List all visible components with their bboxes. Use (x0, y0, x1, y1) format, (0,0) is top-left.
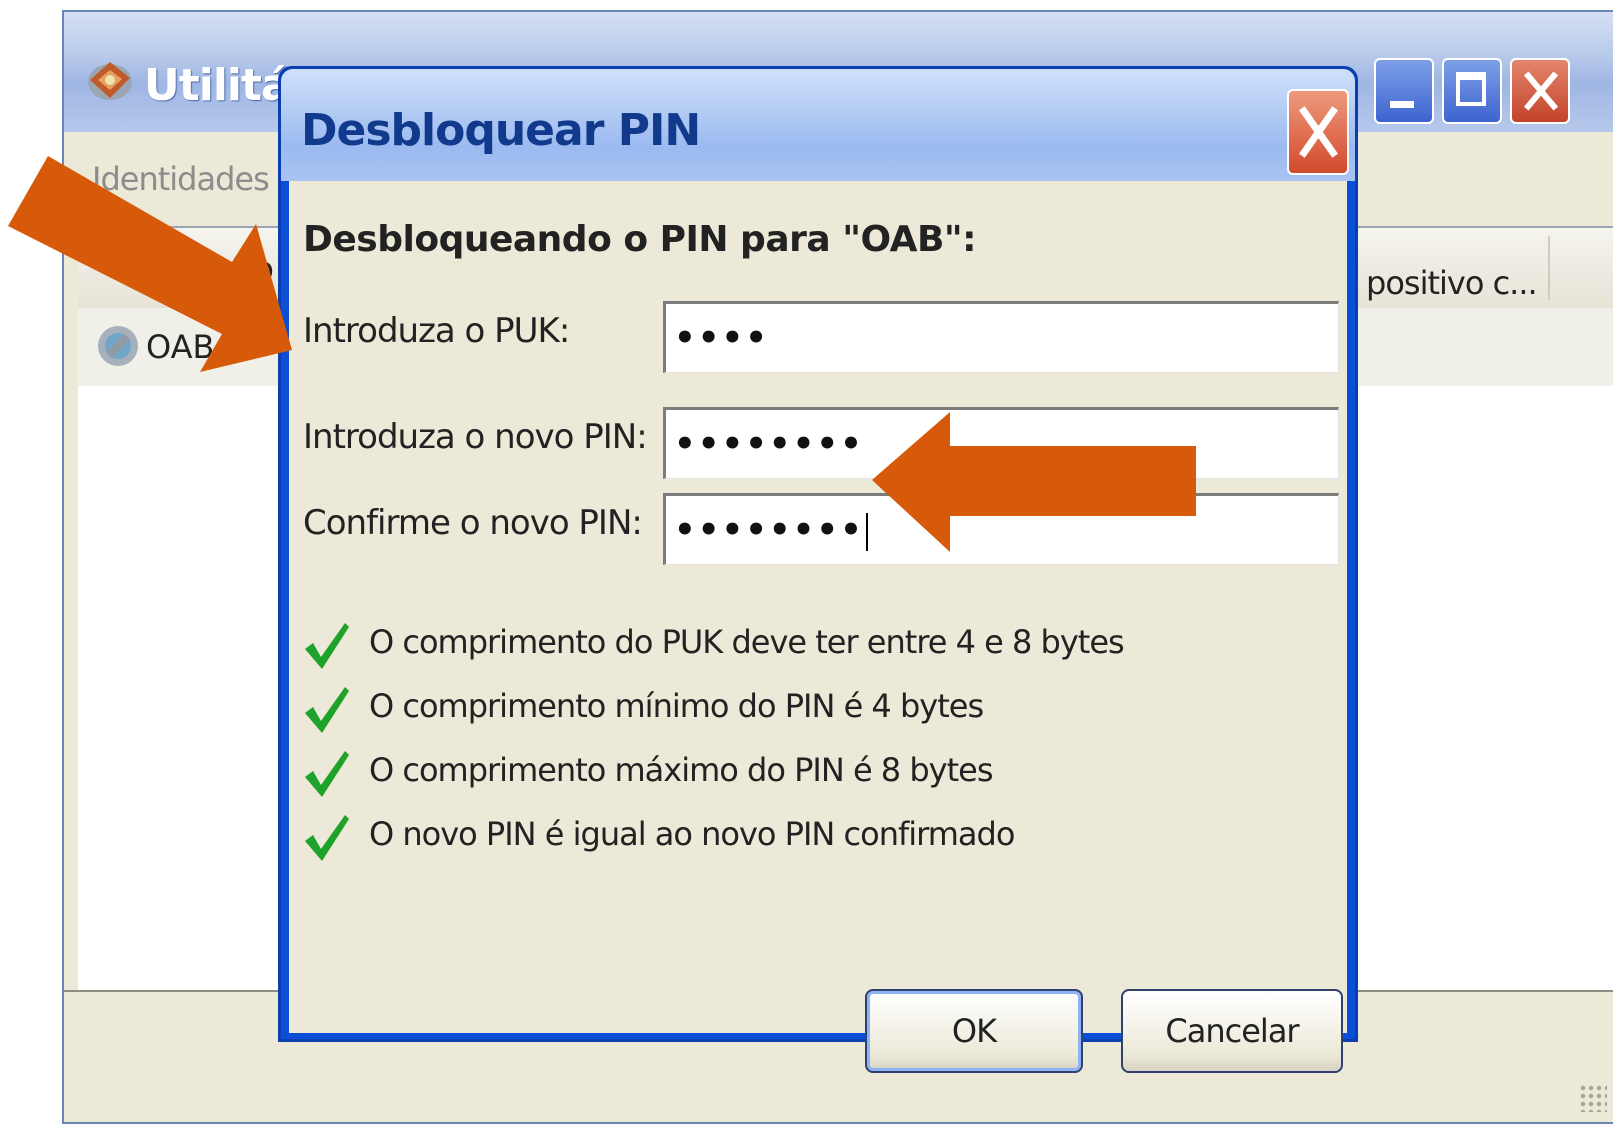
unlock-pin-dialog: Desbloquear PIN Desbloqueando o PIN para… (278, 66, 1358, 1073)
new-pin-field[interactable]: •••••••• (663, 407, 1339, 479)
dialog-title: Desbloquear PIN (301, 105, 701, 156)
smartcard-icon (98, 326, 138, 366)
confirm-pin-value: •••••••• (674, 510, 864, 550)
validation-item: O comprimento mínimo do PIN é 4 bytes (303, 677, 1203, 741)
validation-item: O comprimento do PUK deve ter entre 4 e … (303, 613, 1203, 677)
close-window-button[interactable] (1510, 58, 1570, 124)
minimize-button[interactable] (1374, 58, 1434, 124)
check-icon (305, 751, 349, 797)
validation-item: O novo PIN é igual ao novo PIN confirmad… (303, 805, 1203, 869)
column-header-device[interactable]: positivo c... (1366, 264, 1538, 302)
smartcard-icon (88, 62, 132, 100)
dialog-body: Desbloqueando o PIN para "OAB": Introduz… (289, 181, 1347, 1073)
column-header-left[interactable]: ou no (188, 250, 274, 288)
puk-value: •••• (674, 318, 769, 358)
new-pin-label: Introduza o novo PIN: (303, 417, 648, 457)
check-icon (305, 815, 349, 861)
text-caret (865, 512, 868, 551)
ok-button[interactable]: OK (865, 989, 1083, 1073)
dialog-heading: Desbloqueando o PIN para "OAB": (303, 219, 977, 260)
list-item-label: OAB (146, 328, 215, 366)
new-pin-value: •••••••• (674, 424, 864, 464)
resize-grip[interactable] (1579, 1084, 1607, 1112)
validation-item: O comprimento máximo do PIN é 8 bytes (303, 741, 1203, 805)
cancel-button[interactable]: Cancelar (1121, 989, 1343, 1073)
dialog-close-button[interactable] (1287, 89, 1349, 175)
menu-item-identidades[interactable]: Identidades (92, 160, 270, 198)
column-separator[interactable] (1548, 236, 1550, 300)
confirm-pin-label: Confirme o novo PIN: (303, 503, 643, 543)
validation-text: O novo PIN é igual ao novo PIN confirmad… (369, 815, 1015, 853)
maximize-button[interactable] (1442, 58, 1502, 124)
dialog-titlebar[interactable]: Desbloquear PIN (281, 69, 1355, 181)
check-icon (305, 623, 349, 669)
puk-field[interactable]: •••• (663, 301, 1339, 373)
validation-text: O comprimento mínimo do PIN é 4 bytes (369, 687, 984, 725)
check-icon (305, 687, 349, 733)
confirm-pin-field[interactable]: •••••••• (663, 493, 1339, 565)
validation-text: O comprimento do PUK deve ter entre 4 e … (369, 623, 1125, 661)
validation-text: O comprimento máximo do PIN é 8 bytes (369, 751, 993, 789)
puk-label: Introduza o PUK: (303, 311, 570, 351)
